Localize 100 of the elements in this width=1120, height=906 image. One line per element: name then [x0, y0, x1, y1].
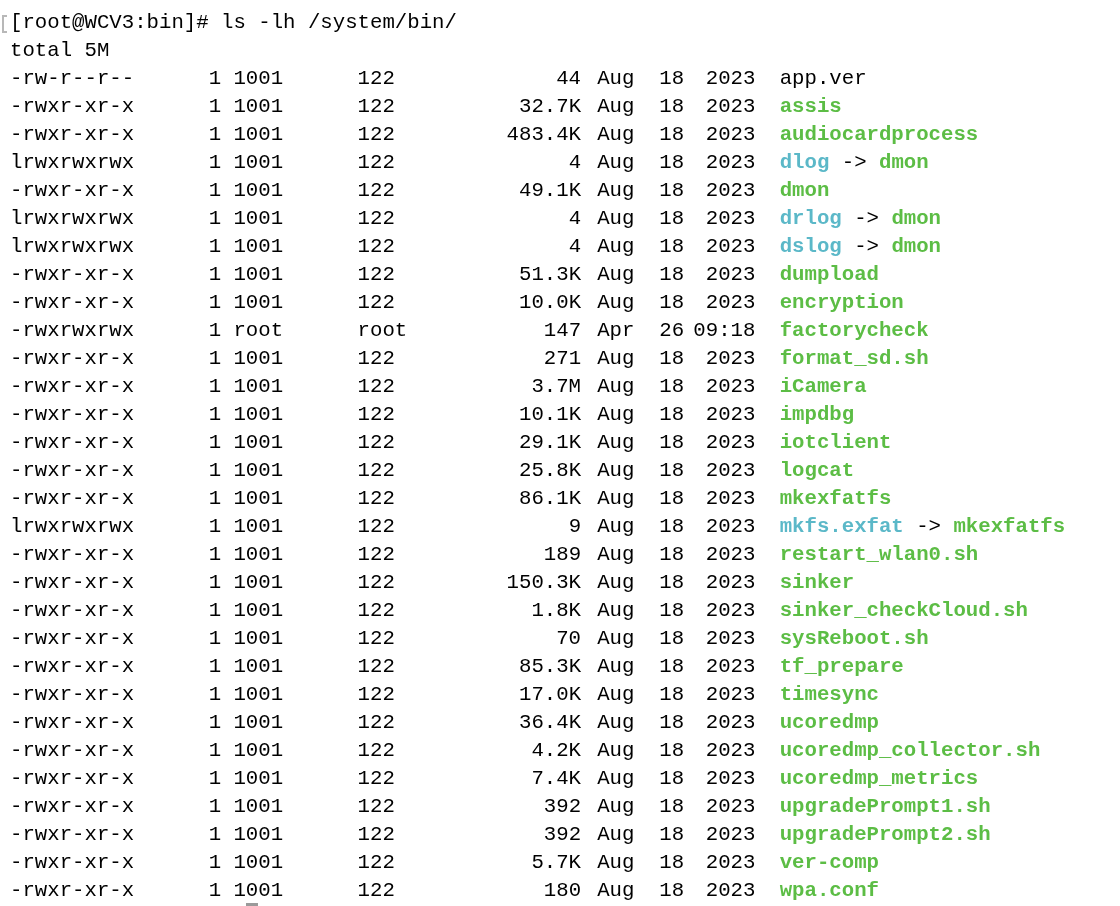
owner-text: 1001 [233, 95, 284, 118]
time-text: 2023 [705, 374, 756, 400]
month-text: Aug [597, 683, 635, 706]
size-text: 25.8K [518, 458, 582, 484]
permissions-text: -rwxr-xr-x [10, 766, 136, 792]
day-text: 18 [659, 542, 685, 568]
link-count: 1 [208, 178, 223, 204]
time-text: 2023 [705, 402, 756, 428]
size-text: 4 [568, 150, 582, 176]
owner-text: 1001 [233, 179, 284, 202]
link-count: 1 [208, 682, 223, 708]
size-text: 86.1K [518, 486, 582, 512]
day-text: 18 [659, 682, 685, 708]
permissions-text: -rwxr-xr-x [10, 654, 136, 680]
permissions-text: -rwxr-xr-x [10, 682, 136, 708]
day-text: 18 [659, 738, 685, 764]
link-count: 1 [208, 850, 223, 876]
time-text: 2023 [705, 94, 756, 120]
owner-text: 1001 [233, 263, 284, 286]
group-text: 122 [357, 263, 395, 286]
group-text: 122 [357, 739, 395, 762]
file-name: dumpload [779, 262, 879, 288]
owner-text: 1001 [233, 235, 284, 258]
link-count: 1 [208, 766, 223, 792]
size-text: 85.3K [518, 654, 582, 680]
file-name: sinker [779, 570, 855, 596]
file-name: wpa.conf [779, 878, 879, 904]
month-text: Aug [597, 823, 635, 846]
time-text: 2023 [705, 346, 756, 372]
file-name: ucoredmp [779, 710, 879, 736]
group-text: 122 [357, 683, 395, 706]
permissions-text: -rwxr-xr-x [10, 486, 136, 512]
file-name: factorycheck [779, 318, 929, 344]
group-text: 122 [357, 795, 395, 818]
owner-text: root [233, 319, 284, 342]
group-text: 122 [357, 599, 395, 622]
link-count: 1 [208, 738, 223, 764]
owner-text: 1001 [233, 739, 284, 762]
day-text: 18 [659, 878, 685, 904]
owner-text: 1001 [233, 67, 284, 90]
time-text: 2023 [705, 542, 756, 568]
day-text: 18 [659, 374, 685, 400]
time-text: 2023 [705, 570, 756, 596]
permissions-text: -rwxr-xr-x [10, 542, 136, 568]
group-text: 122 [357, 655, 395, 678]
link-count: 1 [208, 262, 223, 288]
owner-text: 1001 [233, 459, 284, 482]
month-text: Aug [597, 67, 635, 90]
file-name: dmon [779, 178, 830, 204]
size-text: 3.7M [531, 374, 582, 400]
month-text: Aug [597, 235, 635, 258]
day-text: 26 [659, 318, 685, 344]
link-count: 1 [208, 402, 223, 428]
time-text: 2023 [705, 262, 756, 288]
size-text: 9 [568, 514, 582, 540]
group-text: 122 [357, 459, 395, 482]
group-text: 122 [357, 67, 395, 90]
day-text: 18 [659, 514, 685, 540]
size-text: 10.0K [518, 290, 582, 316]
size-text: 10.1K [518, 402, 582, 428]
permissions-text: -rwxr-xr-x [10, 598, 136, 624]
file-name: audiocardprocess [779, 122, 979, 148]
day-text: 18 [659, 654, 685, 680]
file-name: dslog [779, 234, 842, 260]
group-text: 122 [357, 487, 395, 510]
size-text: 4 [568, 234, 582, 260]
link-count: 1 [208, 206, 223, 232]
size-text: 70 [556, 626, 582, 652]
size-text: 36.4K [518, 710, 582, 736]
file-name: encryption [779, 290, 904, 316]
file-name: logcat [779, 458, 855, 484]
month-text: Aug [597, 207, 635, 230]
size-text: 5.7K [531, 850, 582, 876]
month-text: Apr [597, 319, 635, 342]
permissions-text: -rwxr-xr-x [10, 262, 136, 288]
month-text: Aug [597, 403, 635, 426]
file-name: tf_prepare [779, 654, 904, 680]
file-name: app.ver [779, 66, 867, 92]
time-text: 2023 [705, 878, 756, 904]
time-text: 2023 [705, 822, 756, 848]
size-text: 29.1K [518, 430, 582, 456]
day-text: 18 [659, 850, 685, 876]
arrow-text: -> [854, 234, 879, 260]
group-text: 122 [357, 431, 395, 454]
group-text: 122 [357, 347, 395, 370]
owner-text: 1001 [233, 151, 284, 174]
month-text: Aug [597, 571, 635, 594]
file-name: iCamera [779, 374, 867, 400]
permissions-text: -rwxr-xr-x [10, 738, 136, 764]
permissions-text: -rwxr-xr-x [10, 122, 136, 148]
link-count: 1 [208, 66, 223, 92]
month-text: Aug [597, 851, 635, 874]
permissions-text: -rwxr-xr-x [10, 822, 136, 848]
group-text: 122 [357, 179, 395, 202]
month-text: Aug [597, 795, 635, 818]
link-count: 1 [208, 626, 223, 652]
owner-text: 1001 [233, 711, 284, 734]
link-target: mkexfatfs [953, 514, 1066, 540]
group-text: 122 [357, 851, 395, 874]
owner-text: 1001 [233, 795, 284, 818]
